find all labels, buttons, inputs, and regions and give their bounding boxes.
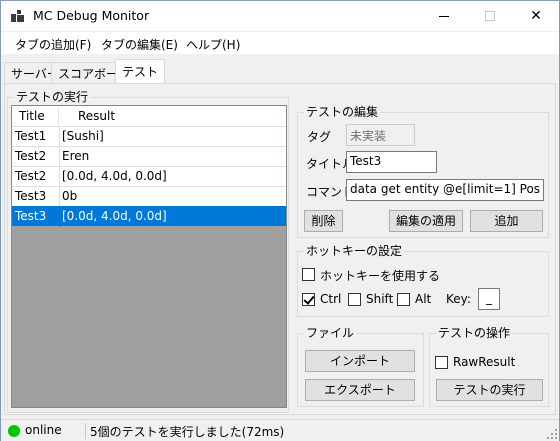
cell-result: 0b: [59, 187, 286, 207]
use-hotkey-label[interactable]: ホットキーを使用する: [320, 267, 440, 284]
export-button[interactable]: エクスポート: [305, 379, 415, 401]
alt-label[interactable]: Alt: [415, 292, 431, 306]
delete-button[interactable]: 削除: [304, 210, 343, 232]
raw-result-checkbox[interactable]: [435, 356, 448, 369]
add-button[interactable]: 追加: [470, 210, 543, 232]
command-input[interactable]: data get entity @e[limit=1] Pos: [346, 179, 544, 201]
tag-field: 未実装: [346, 124, 415, 146]
maximize-icon: [485, 11, 495, 21]
cell-title: Test3: [15, 189, 47, 203]
alt-checkbox[interactable]: [397, 293, 410, 306]
close-button[interactable]: ✕: [513, 1, 559, 31]
cell-title: Test2: [15, 149, 47, 163]
hotkey-group: ホットキーの設定: [297, 244, 549, 317]
apply-edit-button[interactable]: 編集の適用: [389, 210, 463, 232]
hotkey-key-input[interactable]: _: [478, 288, 500, 310]
column-header-title[interactable]: Title: [12, 106, 59, 126]
test-results-list[interactable]: Title Result Test1 [Sushi] Test2 Eren Te…: [11, 105, 287, 408]
app-icon: [11, 10, 24, 22]
run-test-button[interactable]: テストの実行: [436, 379, 543, 401]
status-message: 5個のテストを実行しました(72ms): [90, 425, 285, 439]
table-row-selected[interactable]: Test3 [0.0d, 4.0d, 0.0d]: [12, 206, 286, 227]
shift-label[interactable]: Shift: [366, 292, 393, 306]
cell-result: [Sushi]: [59, 127, 286, 147]
minimize-icon: [439, 16, 449, 17]
menu-help[interactable]: ヘルプ(H): [186, 36, 240, 53]
online-status-icon: [8, 425, 20, 437]
table-row[interactable]: Test3 0b: [12, 186, 286, 207]
tab-test[interactable]: テスト: [115, 59, 166, 84]
cell-title: Test2: [15, 169, 47, 183]
raw-result-label[interactable]: RawResult: [453, 355, 515, 369]
cell-title: Test1: [15, 129, 47, 143]
close-icon: ✕: [530, 8, 542, 24]
run-test-group-label: テストの実行: [14, 90, 91, 104]
menu-add-tab[interactable]: タブの追加(F): [15, 36, 91, 53]
table-row[interactable]: Test2 Eren: [12, 146, 286, 167]
tag-label: タグ: [307, 130, 332, 144]
menu-bar: タブの追加(F) タブの編集(E) ヘルプ(H): [1, 32, 559, 54]
file-group-label: ファイル: [304, 326, 357, 340]
window-title: MC Debug Monitor: [33, 8, 150, 23]
ctrl-label[interactable]: Ctrl: [320, 292, 341, 306]
maximize-button: [467, 1, 513, 31]
ctrl-checkbox[interactable]: [302, 293, 315, 306]
title-bar[interactable]: MC Debug Monitor ✕: [1, 1, 559, 31]
table-row[interactable]: Test1 [Sushi]: [12, 126, 286, 147]
import-button[interactable]: インポート: [305, 350, 415, 372]
connection-status: online: [25, 423, 62, 437]
cell-result: [0.0d, 4.0d, 0.0d]: [59, 207, 286, 227]
menu-edit-tab[interactable]: タブの編集(E): [101, 36, 178, 53]
test-ops-group-label: テストの操作: [436, 326, 513, 340]
cell-title: Test3: [15, 209, 47, 223]
hotkey-group-label: ホットキーの設定: [304, 244, 405, 258]
resize-grip-icon[interactable]: [547, 429, 557, 439]
table-row[interactable]: Test2 [0.0d, 4.0d, 0.0d]: [12, 166, 286, 187]
shift-checkbox[interactable]: [348, 293, 361, 306]
status-separator: [85, 423, 86, 439]
minimize-button[interactable]: [421, 1, 467, 31]
title-input[interactable]: Test3: [346, 151, 437, 173]
list-header: Title Result: [12, 106, 286, 126]
key-label: Key:: [446, 292, 471, 306]
cell-result: Eren: [59, 147, 286, 167]
cell-result: [0.0d, 4.0d, 0.0d]: [59, 167, 286, 187]
edit-test-group-label: テストの編集: [304, 105, 381, 119]
status-bar: online 5個のテストを実行しました(72ms): [1, 419, 559, 441]
main-window: MC Debug Monitor ✕ タブの追加(F) タブの編集(E) ヘルプ…: [0, 0, 560, 441]
use-hotkey-checkbox[interactable]: [302, 268, 315, 281]
column-header-result[interactable]: Result: [59, 106, 286, 126]
